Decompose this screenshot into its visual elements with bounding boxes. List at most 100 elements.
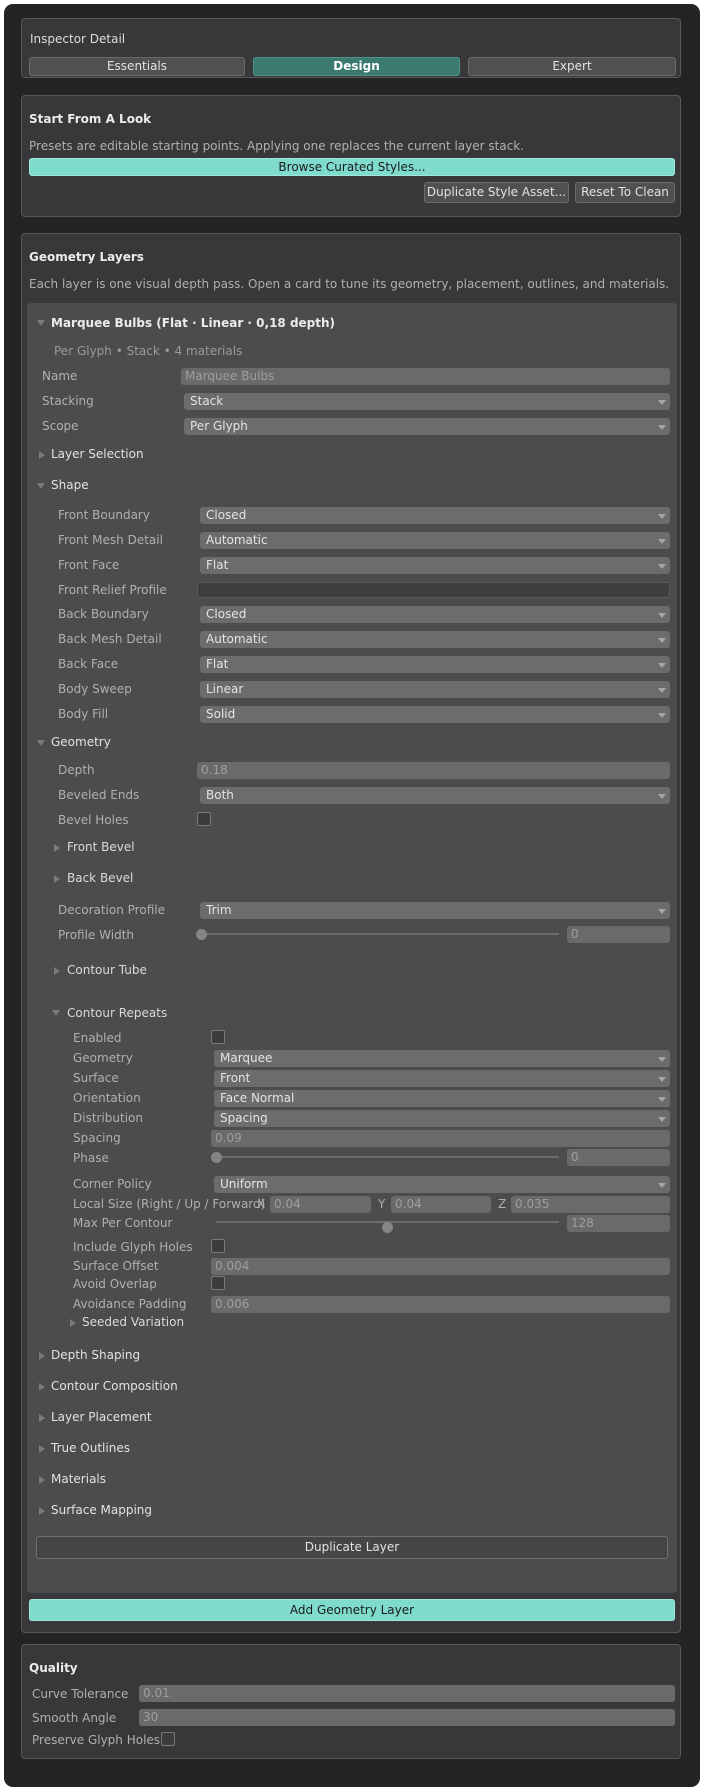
- avoid-overlap-label: Avoid Overlap: [73, 1277, 157, 1291]
- expand-arrow-icon[interactable]: [39, 1414, 45, 1422]
- local-size-y-label: Y: [378, 1197, 386, 1211]
- layers-description: Each layer is one visual depth pass. Ope…: [29, 277, 670, 291]
- expand-arrow-icon[interactable]: [39, 1445, 45, 1453]
- layer-selection-section[interactable]: Layer Selection: [51, 447, 144, 461]
- collapse-arrow-icon[interactable]: [37, 483, 45, 489]
- geometry-section[interactable]: Geometry: [51, 735, 111, 749]
- expand-arrow-icon[interactable]: [39, 451, 45, 459]
- front-boundary-label: Front Boundary: [58, 508, 150, 522]
- smooth-angle-field[interactable]: 30: [139, 1709, 675, 1726]
- header-panel: Inspector Detail Essentials Design Exper…: [21, 18, 681, 78]
- profile-width-track[interactable]: [201, 933, 559, 935]
- tab-essentials[interactable]: Essentials: [29, 57, 245, 76]
- browse-styles-button[interactable]: Browse Curated Styles...: [29, 158, 675, 176]
- expand-arrow-icon[interactable]: [39, 1383, 45, 1391]
- tab-expert[interactable]: Expert: [468, 57, 676, 76]
- distribution-dropdown[interactable]: Spacing: [214, 1110, 670, 1127]
- chevron-down-icon: [658, 794, 666, 799]
- front-relief-field[interactable]: [197, 582, 670, 598]
- expand-arrow-icon[interactable]: [39, 1476, 45, 1484]
- expand-arrow-icon[interactable]: [54, 875, 60, 883]
- front-boundary-value: Closed: [206, 508, 247, 522]
- depth-field[interactable]: 0.18: [197, 762, 670, 779]
- front-face-value: Flat: [206, 558, 229, 572]
- body-sweep-dropdown[interactable]: Linear: [200, 681, 670, 698]
- add-geometry-layer-button[interactable]: Add Geometry Layer: [29, 1599, 675, 1621]
- corner-policy-dropdown[interactable]: Uniform: [214, 1176, 670, 1193]
- body-fill-dropdown[interactable]: Solid: [200, 706, 670, 723]
- spacing-field[interactable]: 0.09: [211, 1130, 670, 1147]
- spacing-label: Spacing: [73, 1131, 121, 1145]
- local-size-z-label: Z: [498, 1197, 507, 1211]
- true-outlines-section[interactable]: True Outlines: [51, 1441, 130, 1455]
- duplicate-layer-button[interactable]: Duplicate Layer: [36, 1536, 668, 1559]
- avoid-overlap-checkbox[interactable]: [211, 1276, 225, 1290]
- shape-section[interactable]: Shape: [51, 478, 89, 492]
- repeat-geometry-dropdown[interactable]: Marquee: [214, 1050, 670, 1067]
- avoidance-padding-field[interactable]: 0.006: [211, 1296, 670, 1313]
- bevel-holes-checkbox[interactable]: [197, 812, 211, 826]
- local-size-z-field[interactable]: 0.035: [511, 1196, 670, 1213]
- back-bevel-section[interactable]: Back Bevel: [67, 871, 133, 885]
- scope-dropdown[interactable]: Per Glyph: [184, 418, 670, 435]
- phase-field[interactable]: 0: [567, 1149, 670, 1166]
- chevron-down-icon: [658, 400, 666, 405]
- contour-composition-section[interactable]: Contour Composition: [51, 1379, 178, 1393]
- contour-tube-section[interactable]: Contour Tube: [67, 963, 147, 977]
- front-boundary-dropdown[interactable]: Closed: [200, 507, 670, 524]
- local-size-x-field[interactable]: 0.04: [270, 1196, 371, 1213]
- enabled-checkbox[interactable]: [211, 1030, 225, 1044]
- depth-shaping-section[interactable]: Depth Shaping: [51, 1348, 140, 1362]
- include-holes-checkbox[interactable]: [211, 1239, 225, 1253]
- max-per-contour-field[interactable]: 128: [567, 1215, 670, 1232]
- tab-design[interactable]: Design: [253, 57, 460, 76]
- layer-placement-section[interactable]: Layer Placement: [51, 1410, 152, 1424]
- max-per-contour-thumb[interactable]: [382, 1222, 393, 1233]
- max-per-contour-label: Max Per Contour: [73, 1216, 173, 1230]
- expand-arrow-icon[interactable]: [70, 1319, 76, 1327]
- orientation-dropdown[interactable]: Face Normal: [214, 1090, 670, 1107]
- collapse-arrow-icon[interactable]: [52, 1010, 60, 1016]
- profile-width-thumb[interactable]: [196, 929, 207, 940]
- front-bevel-section[interactable]: Front Bevel: [67, 840, 135, 854]
- collapse-arrow-icon[interactable]: [37, 740, 45, 746]
- back-mesh-dropdown[interactable]: Automatic: [200, 631, 670, 648]
- corner-policy-label: Corner Policy: [73, 1177, 152, 1191]
- back-face-dropdown[interactable]: Flat: [200, 656, 670, 673]
- include-holes-label: Include Glyph Holes: [73, 1240, 193, 1254]
- surface-value: Front: [220, 1071, 251, 1085]
- expand-arrow-icon[interactable]: [54, 844, 60, 852]
- profile-width-field[interactable]: 0: [567, 926, 670, 943]
- surface-offset-field[interactable]: 0.004: [211, 1258, 670, 1275]
- back-boundary-dropdown[interactable]: Closed: [200, 606, 670, 623]
- layers-title: Geometry Layers: [29, 250, 144, 264]
- preserve-holes-checkbox[interactable]: [161, 1732, 175, 1746]
- beveled-ends-dropdown[interactable]: Both: [200, 787, 670, 804]
- seeded-variation-section[interactable]: Seeded Variation: [82, 1315, 184, 1329]
- duplicate-style-button[interactable]: Duplicate Style Asset...: [424, 182, 569, 203]
- surface-mapping-section[interactable]: Surface Mapping: [51, 1503, 152, 1517]
- layer-card-title[interactable]: Marquee Bulbs (Flat · Linear · 0,18 dept…: [51, 316, 335, 330]
- contour-repeats-section[interactable]: Contour Repeats: [67, 1006, 167, 1020]
- curve-tolerance-field[interactable]: 0.01: [139, 1685, 675, 1702]
- stacking-dropdown[interactable]: Stack: [184, 393, 670, 410]
- chevron-down-icon: [658, 1117, 666, 1122]
- materials-section[interactable]: Materials: [51, 1472, 106, 1486]
- local-size-y-field[interactable]: 0.04: [391, 1196, 491, 1213]
- chevron-down-icon: [658, 1057, 666, 1062]
- layer-card-subtitle: Per Glyph • Stack • 4 materials: [54, 344, 243, 358]
- distribution-label: Distribution: [73, 1111, 144, 1125]
- collapse-arrow-icon[interactable]: [37, 320, 45, 326]
- front-face-dropdown[interactable]: Flat: [200, 557, 670, 574]
- phase-thumb[interactable]: [211, 1152, 222, 1163]
- expand-arrow-icon[interactable]: [54, 967, 60, 975]
- name-field[interactable]: Marquee Bulbs: [181, 368, 670, 385]
- phase-track[interactable]: [216, 1156, 559, 1158]
- back-mesh-value: Automatic: [206, 632, 268, 646]
- expand-arrow-icon[interactable]: [39, 1352, 45, 1360]
- expand-arrow-icon[interactable]: [39, 1507, 45, 1515]
- surface-dropdown[interactable]: Front: [214, 1070, 670, 1087]
- front-mesh-dropdown[interactable]: Automatic: [200, 532, 670, 549]
- reset-clean-button[interactable]: Reset To Clean: [575, 182, 675, 203]
- decoration-profile-dropdown[interactable]: Trim: [200, 902, 670, 919]
